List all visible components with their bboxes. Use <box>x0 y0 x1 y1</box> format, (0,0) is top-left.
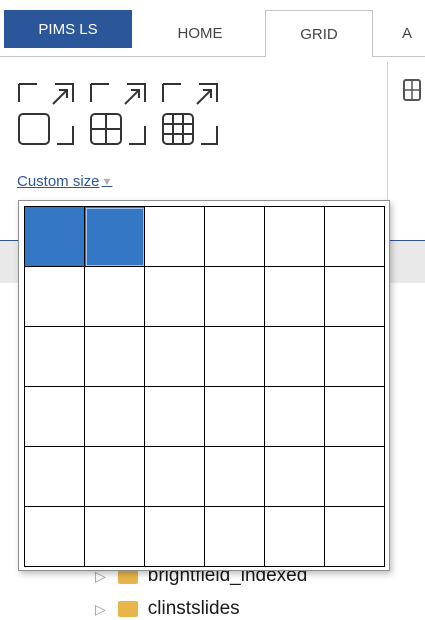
tab-a[interactable]: A <box>402 10 425 56</box>
grid-cell[interactable] <box>145 447 205 507</box>
tab-grid[interactable]: GRID <box>265 10 373 57</box>
grid-cell[interactable] <box>265 507 325 567</box>
grid-cell[interactable] <box>25 387 85 447</box>
grid-cell[interactable] <box>85 447 145 507</box>
grid-cell[interactable] <box>205 447 265 507</box>
grid-cell[interactable] <box>85 507 145 567</box>
tab-home[interactable]: HOME <box>150 10 250 56</box>
ribbon-tab-bar: PIMS LS HOME GRID A <box>0 0 425 57</box>
grid-cell[interactable] <box>205 267 265 327</box>
grid-cell[interactable] <box>325 327 385 387</box>
grid-cell[interactable] <box>265 207 325 267</box>
chevron-down-icon: ▼ <box>101 175 113 188</box>
tree-item-label: clinstslides <box>147 598 240 619</box>
grid-cell[interactable] <box>25 267 85 327</box>
grid-cell[interactable] <box>85 327 145 387</box>
grid-cell[interactable] <box>85 387 145 447</box>
grid-cell[interactable] <box>265 327 325 387</box>
grid-cell[interactable] <box>25 207 85 267</box>
grid-3x3-icon[interactable] <box>159 80 221 150</box>
grid-cell[interactable] <box>265 387 325 447</box>
grid-cell[interactable] <box>145 327 205 387</box>
custom-size-dropdown[interactable]: Custom size ▼ <box>17 173 112 190</box>
grid-cell[interactable] <box>25 507 85 567</box>
grid-cell[interactable] <box>265 447 325 507</box>
grid-cell[interactable] <box>25 447 85 507</box>
grid-cell[interactable] <box>325 447 385 507</box>
grid-picker-cells <box>24 206 385 567</box>
grid-1x1-icon[interactable] <box>15 80 77 150</box>
chevron-right-icon[interactable]: ▷ <box>95 601 106 618</box>
grid-cell[interactable] <box>25 327 85 387</box>
grid-cell[interactable] <box>265 267 325 327</box>
grid-cell[interactable] <box>205 507 265 567</box>
grid-size-picker <box>18 200 390 571</box>
custom-size-label: Custom size <box>17 173 100 190</box>
grid-cell[interactable] <box>325 387 385 447</box>
grid-cell[interactable] <box>85 207 145 267</box>
grid-cell[interactable] <box>325 267 385 327</box>
grid-cell[interactable] <box>205 207 265 267</box>
tree-item[interactable]: ▷ clinstslides <box>95 598 240 620</box>
grid-cell[interactable] <box>145 507 205 567</box>
grid-cell[interactable] <box>205 327 265 387</box>
grid-cell[interactable] <box>325 507 385 567</box>
grid-cell[interactable] <box>145 267 205 327</box>
grid-cell[interactable] <box>145 207 205 267</box>
grid-2x2-icon[interactable] <box>87 80 149 150</box>
grid-cell[interactable] <box>325 207 385 267</box>
grid-cell[interactable] <box>205 387 265 447</box>
grid-cell[interactable] <box>145 387 205 447</box>
grid-cell[interactable] <box>85 267 145 327</box>
folder-icon <box>117 601 138 617</box>
tab-pims-ls[interactable]: PIMS LS <box>4 10 132 48</box>
layout-icon[interactable] <box>402 78 424 104</box>
